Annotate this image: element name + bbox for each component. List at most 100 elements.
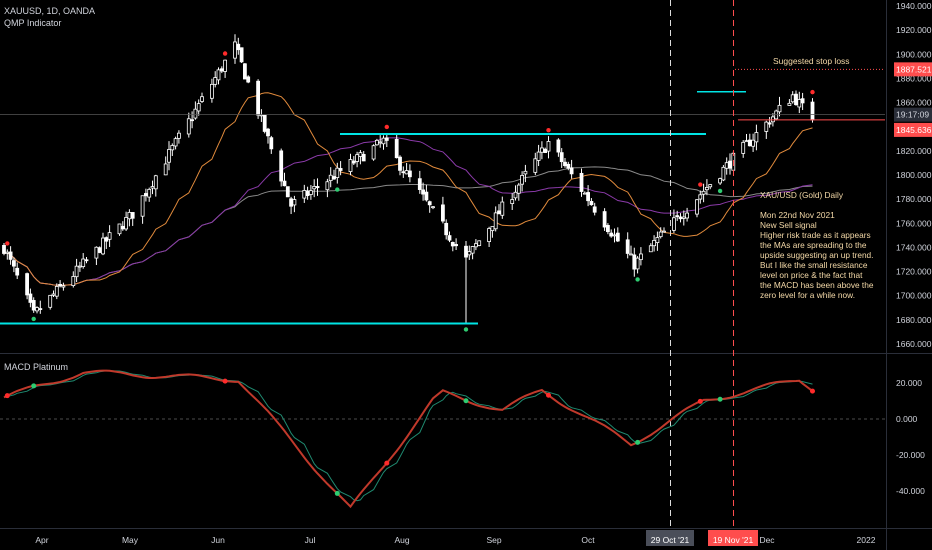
candle-up [81, 258, 86, 267]
candle-down [143, 193, 148, 197]
candle-down [262, 114, 267, 132]
candle-up [741, 141, 746, 154]
candle-up [302, 190, 307, 199]
candle-up [170, 145, 175, 151]
macd-sell-dot [697, 398, 703, 404]
candle-down [289, 198, 294, 207]
macd-sell-dot [222, 378, 228, 384]
candle-down [464, 245, 468, 258]
candle-down [421, 189, 426, 195]
sell-signal-dot [546, 127, 551, 133]
candle-down [97, 247, 102, 253]
candle-up [523, 170, 528, 175]
price-tick-label: 1680.000 [896, 315, 932, 325]
analysis-note: XAU/USD (Gold) Daily Mon 22nd Nov 2021 N… [760, 190, 910, 300]
price-tick-label: 1900.000 [896, 49, 932, 59]
candle-up [487, 228, 492, 242]
candle-down [497, 210, 501, 215]
candle-up [536, 151, 541, 161]
price-tick-label: 1940.000 [896, 1, 932, 11]
candle-up [658, 231, 663, 238]
candle-down [767, 122, 772, 125]
candle-up [698, 194, 703, 200]
candle-down [579, 172, 584, 192]
candle-down [427, 201, 432, 206]
candle-up [520, 175, 524, 185]
note-line: the MAs are spreading to the [760, 240, 867, 250]
candle-down [2, 244, 6, 254]
macd-tick-label: -20.000 [896, 450, 925, 460]
candle-up [629, 253, 633, 256]
candle-down [219, 68, 224, 72]
macd-tick-label: 20.000 [896, 378, 922, 388]
candle-up [635, 257, 640, 270]
candle-up [672, 217, 676, 231]
candle-up [78, 265, 82, 268]
candle-down [28, 293, 33, 303]
candle-up [685, 212, 689, 219]
candle-down [239, 47, 244, 63]
candle-up [371, 145, 376, 160]
time-axis-label: Oct [581, 535, 595, 545]
candle-down [338, 168, 343, 171]
sell-signal-dot [384, 124, 389, 130]
candle-down [586, 192, 590, 202]
note-line: Mon 22nd Nov 2021 [760, 210, 835, 220]
candle-up [348, 159, 353, 172]
candle-up [516, 184, 521, 194]
candle-down [104, 237, 109, 242]
candle-up [140, 195, 145, 217]
candle-down [450, 241, 455, 247]
candle-up [196, 103, 201, 112]
price-tick-label: 1660.000 [896, 339, 932, 349]
candle-up [167, 149, 171, 163]
candle-down [675, 215, 680, 218]
candle-up [721, 166, 726, 181]
candle-down [559, 152, 564, 163]
candle-up [582, 192, 587, 195]
price-tick-label: 1860.000 [896, 98, 932, 108]
candle-up [790, 94, 795, 103]
candle-down [25, 273, 30, 296]
candle-up [797, 99, 802, 108]
macd-sell-dot [810, 388, 815, 394]
macd-buy-dot [635, 439, 641, 445]
sell-signal-dot [698, 182, 703, 187]
note-line: level on price & the fact that [760, 270, 863, 280]
time-axis-label: May [122, 535, 139, 545]
time-axis-label: Apr [35, 535, 48, 545]
candle-down [266, 128, 270, 137]
price-tick-label: 1800.000 [896, 170, 932, 180]
buy-signal-dot [31, 316, 36, 322]
candle-up [777, 104, 782, 113]
stop-loss-badge: 1887.521 [896, 64, 932, 74]
candle-up [5, 251, 10, 254]
candle-down [424, 191, 429, 201]
candle-up [173, 138, 178, 147]
candle-up [381, 137, 386, 145]
candle-down [282, 180, 287, 187]
candle-down [398, 156, 402, 171]
candle-down [8, 251, 13, 260]
candle-up [358, 152, 363, 157]
candle-up [490, 226, 495, 232]
candle-up [744, 140, 749, 143]
candle-up [648, 245, 653, 253]
candle-up [223, 59, 228, 72]
macd-buy-dot [717, 396, 723, 402]
candle-down [242, 63, 247, 80]
candle-down [285, 186, 290, 198]
candle-up [193, 108, 198, 119]
candle-up [200, 96, 204, 102]
candle-up [718, 178, 722, 184]
candle-up [153, 175, 158, 190]
date-highlight-right: 19 Nov '21 [713, 535, 754, 545]
macd-tick-label: 0.000 [896, 414, 918, 424]
countdown-badge: 19:17:09 [896, 110, 929, 120]
candle-up [764, 121, 769, 132]
candle-down [394, 138, 399, 159]
candle-down [592, 206, 597, 213]
price-tick-label: 1820.000 [896, 146, 932, 156]
time-axis-label: 2022 [857, 535, 876, 545]
macd-sell-dot [384, 460, 390, 466]
